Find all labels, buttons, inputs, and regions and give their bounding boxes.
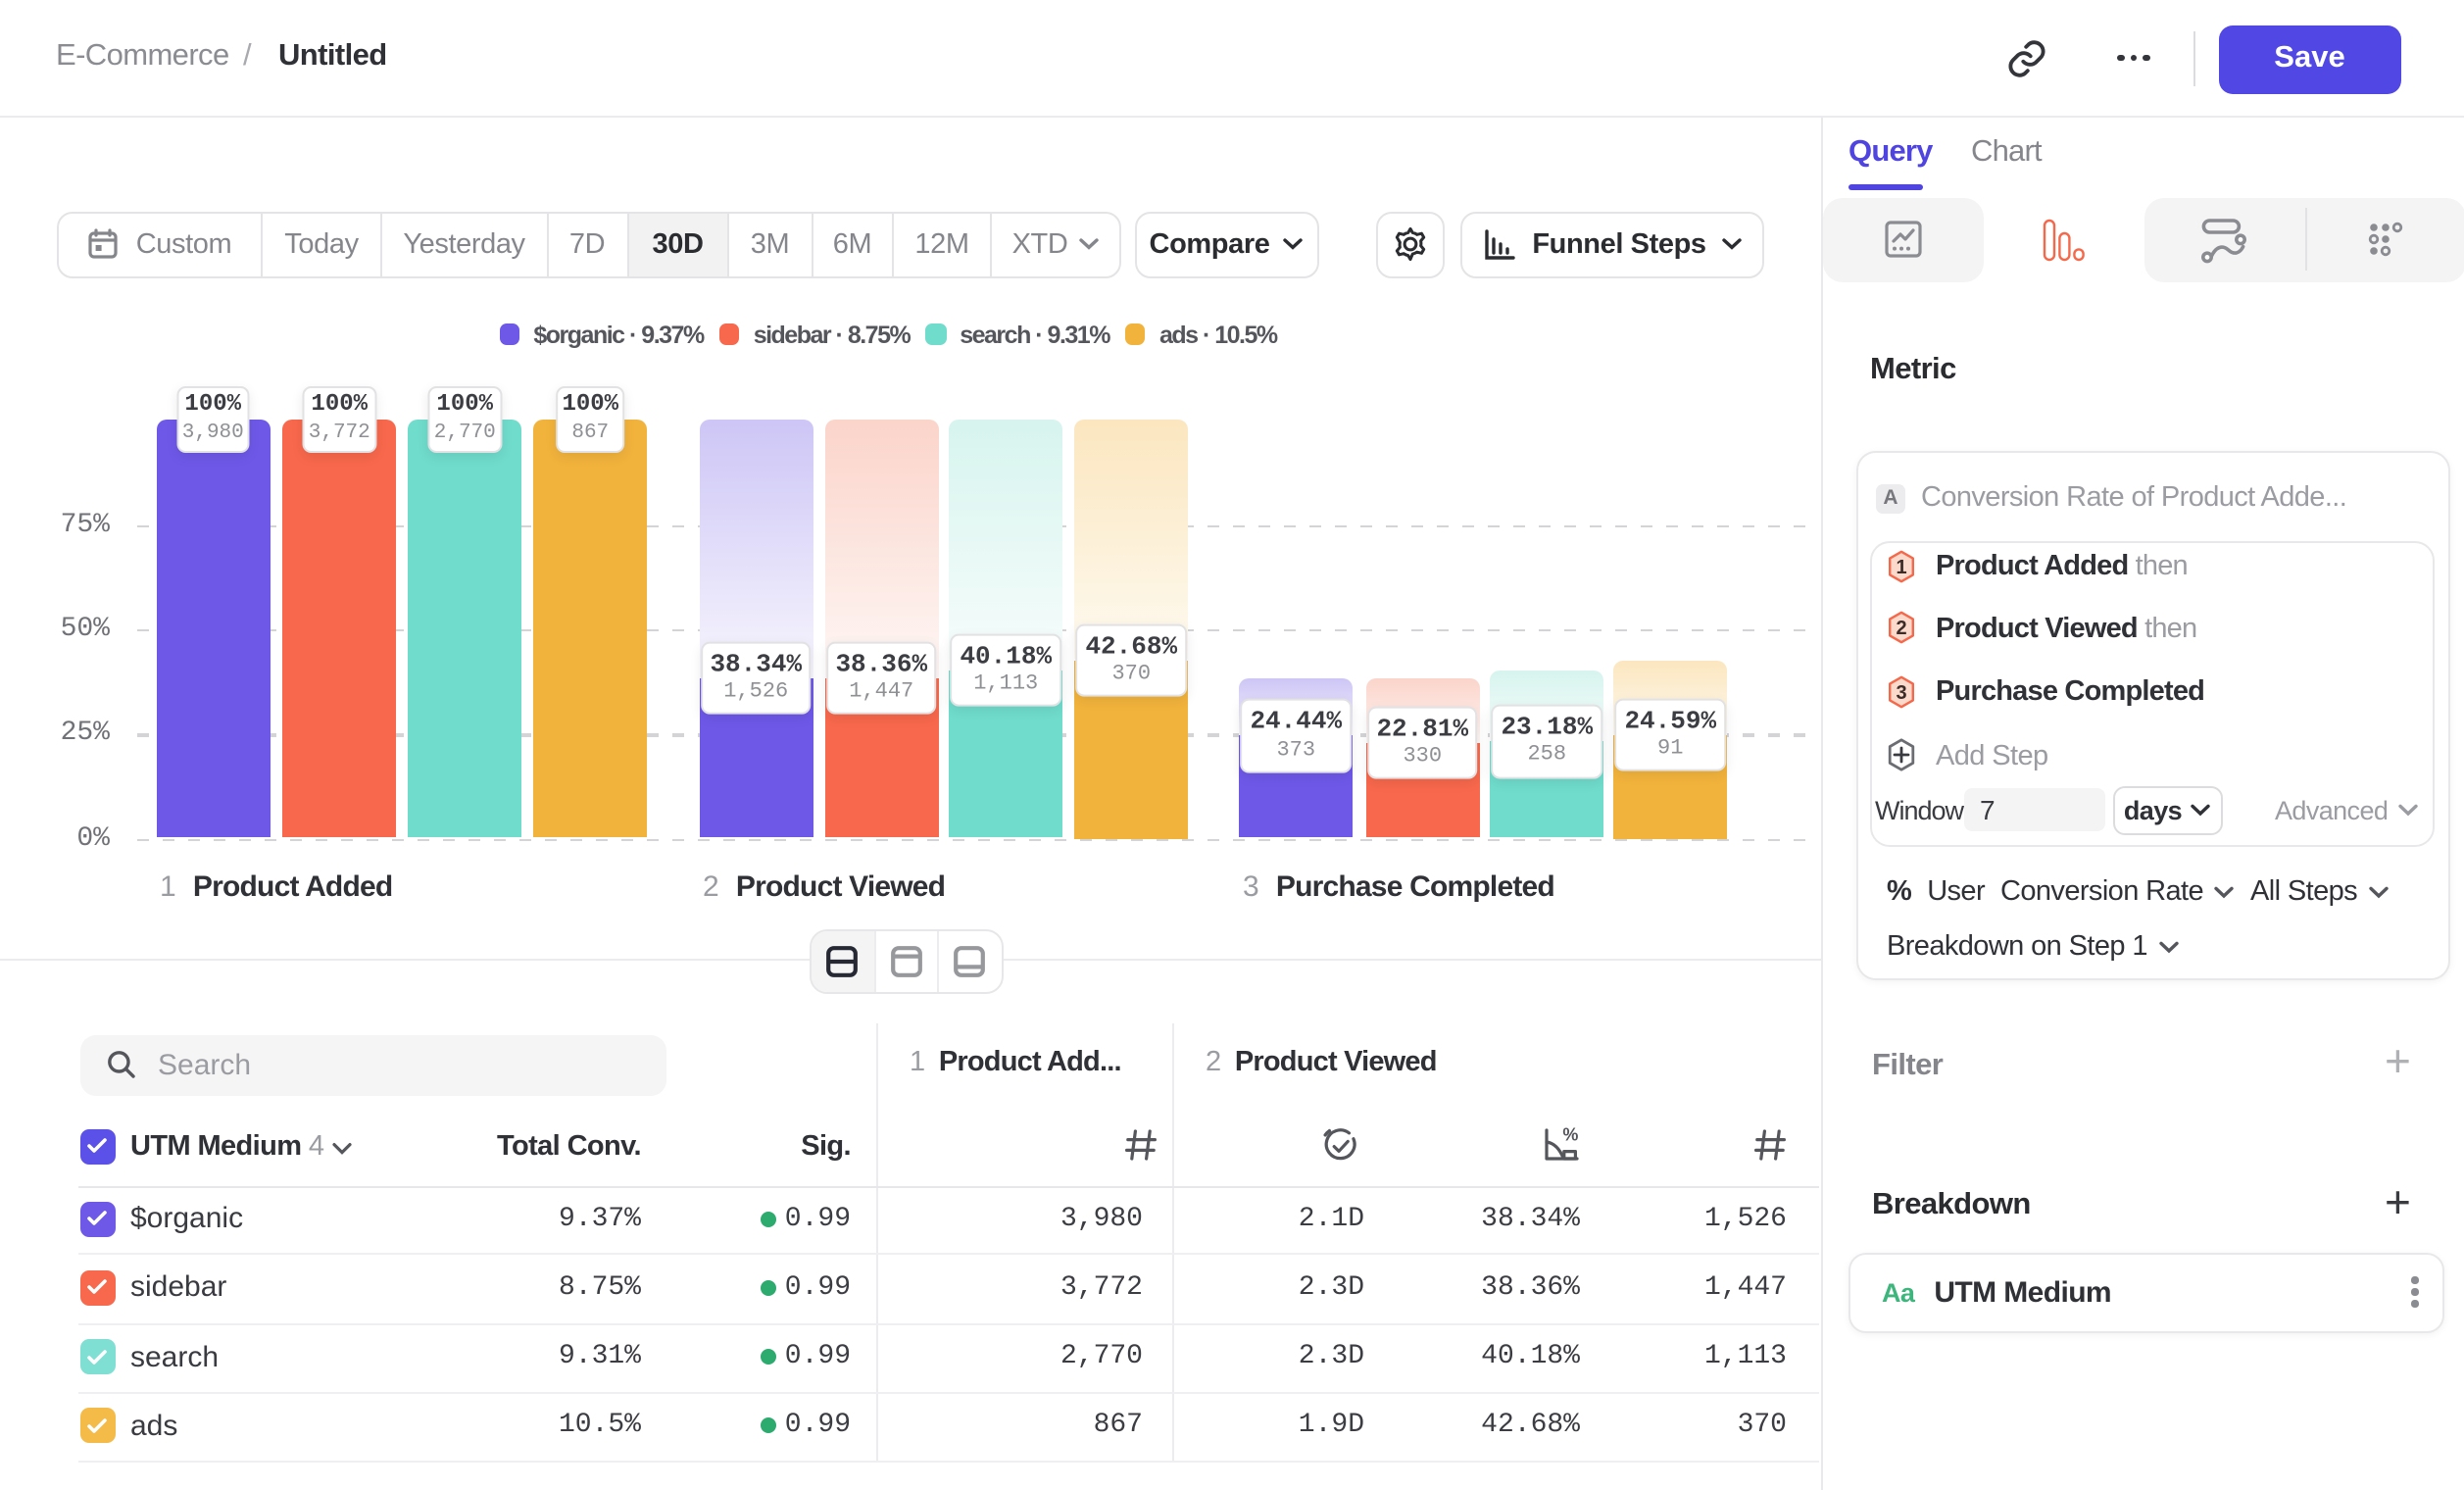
svg-text:3: 3 — [1895, 681, 1905, 703]
svg-text:1: 1 — [1895, 556, 1905, 577]
svg-text:%: % — [1562, 1125, 1578, 1145]
svg-text:2: 2 — [1895, 618, 1905, 639]
